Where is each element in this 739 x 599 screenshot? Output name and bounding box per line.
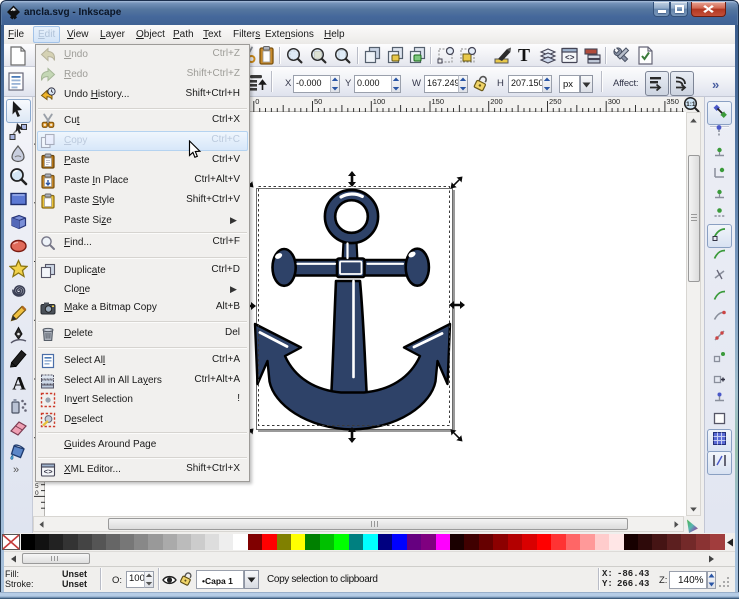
svg-text:<>: <> bbox=[565, 54, 575, 63]
svg-text:200: 200 bbox=[490, 97, 503, 106]
svg-text:1:1: 1:1 bbox=[686, 101, 696, 108]
svg-text:150: 150 bbox=[432, 97, 445, 106]
svg-text:350: 350 bbox=[666, 97, 679, 106]
svg-text:300: 300 bbox=[608, 97, 621, 106]
svg-text:250: 250 bbox=[549, 97, 562, 106]
svg-text:A: A bbox=[12, 373, 26, 393]
svg-text:100: 100 bbox=[373, 97, 386, 106]
svg-text:50: 50 bbox=[314, 97, 322, 106]
svg-text:0: 0 bbox=[255, 97, 259, 106]
svg-text:<>: <> bbox=[44, 469, 54, 477]
